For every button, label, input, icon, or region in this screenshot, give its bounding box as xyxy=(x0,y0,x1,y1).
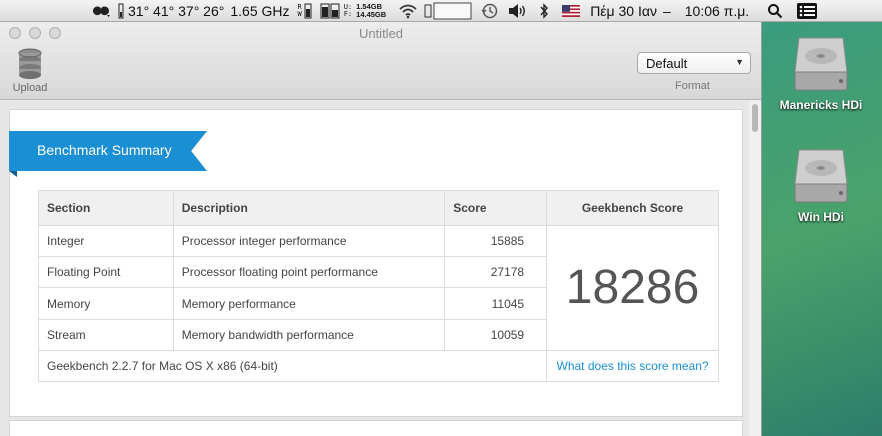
format-select[interactable]: Default ▼ xyxy=(637,52,751,74)
network-activity-icon[interactable] xyxy=(424,0,472,22)
window-title: Untitled xyxy=(358,26,404,41)
row-section: Floating Point xyxy=(38,256,174,289)
menubar-date-separator: – xyxy=(662,2,671,19)
cpu-frequency-readout[interactable]: 1.65 GHz xyxy=(230,0,289,22)
next-section-panel xyxy=(9,420,743,436)
notification-center-icon[interactable] xyxy=(797,0,818,22)
table-row: Integer Processor integer performance 15… xyxy=(38,225,719,351)
row-description: Processor floating point performance xyxy=(172,256,446,289)
format-select-value: Default xyxy=(646,56,688,71)
geekbench-score-value: 18286 xyxy=(546,225,719,351)
table-footer-row: Geekbench 2.2.7 for Mac OS X x86 (64-bit… xyxy=(37,349,719,383)
spotlight-search-icon[interactable] xyxy=(767,0,783,22)
row-score: 27178 xyxy=(444,256,548,289)
database-icon xyxy=(18,48,42,79)
scrollbar-thumb[interactable] xyxy=(752,104,758,132)
hard-drive-icon xyxy=(794,149,848,203)
row-score: 15885 xyxy=(444,225,548,258)
row-score: 10059 xyxy=(444,318,548,351)
memory-readout[interactable]: U: F: 1.54GB 14.45GB xyxy=(344,0,386,22)
bluetooth-icon[interactable] xyxy=(538,0,550,22)
system-monitor-icon[interactable] xyxy=(90,0,112,22)
mem-free-label: F: xyxy=(343,9,353,18)
column-header-score: Score xyxy=(444,189,548,227)
disk-write-label: W xyxy=(297,9,302,18)
table-header-row: Section Description Score Geekbench Scor… xyxy=(38,189,719,227)
volume-icon[interactable] xyxy=(507,0,527,22)
upload-label: Upload xyxy=(12,82,48,94)
time-machine-icon[interactable] xyxy=(481,0,499,22)
menubar-date[interactable]: Πέμ 30 Ιαν xyxy=(590,0,657,22)
column-header-geekbench-score: Geekbench Score xyxy=(546,189,719,227)
hard-drive-icon xyxy=(794,37,848,91)
vertical-scrollbar[interactable] xyxy=(749,101,761,436)
benchmark-summary-panel: Benchmark Summary Section Description Sc… xyxy=(9,109,743,417)
menubar-clock[interactable]: 10:06 π.μ. xyxy=(685,0,749,22)
desktop-drive-manericks[interactable]: Manericks HDi xyxy=(766,32,876,112)
format-label: Format xyxy=(675,80,710,92)
banner-fold xyxy=(9,171,17,177)
row-section: Integer xyxy=(38,225,174,258)
report-content: Benchmark Summary Section Description Sc… xyxy=(0,101,761,436)
score-meaning-link[interactable]: What does this score mean? xyxy=(546,349,719,383)
mem-free-value: 14.45GB xyxy=(356,9,387,19)
column-header-description: Description xyxy=(172,189,446,227)
geekbench-window: Untitled Upload Default ▼ Format Benchma… xyxy=(0,22,762,436)
temperature-readout[interactable]: 31° 41° 37° 26° xyxy=(128,0,224,22)
input-source-flag-icon[interactable] xyxy=(562,0,581,22)
row-score: 11045 xyxy=(444,287,548,320)
drive-label: Win HDi xyxy=(798,210,844,224)
row-description: Memory bandwidth performance xyxy=(172,318,446,351)
memory-bar-icon[interactable] xyxy=(320,0,340,22)
temperature-icon xyxy=(118,0,124,22)
upload-button[interactable]: Upload xyxy=(10,48,50,94)
window-toolbar: Untitled Upload Default ▼ Format xyxy=(0,22,761,100)
disk-activity-icon[interactable]: R W xyxy=(298,0,312,22)
benchmark-summary-banner: Benchmark Summary xyxy=(9,131,207,171)
row-section: Stream xyxy=(38,318,174,351)
row-description: Memory performance xyxy=(172,287,446,320)
wifi-icon[interactable] xyxy=(398,0,418,22)
menu-bar: 31° 41° 37° 26° 1.65 GHz R W U: F: 1.54G… xyxy=(0,0,882,22)
desktop-drive-win[interactable]: Win HDi xyxy=(766,144,876,224)
geekbench-version-text: Geekbench 2.2.7 for Mac OS X x86 (64-bit… xyxy=(37,349,548,383)
drive-label: Manericks HDi xyxy=(779,98,863,112)
chevron-down-icon: ▼ xyxy=(735,57,744,67)
row-section: Memory xyxy=(38,287,174,320)
row-description: Processor integer performance xyxy=(172,225,446,258)
column-header-section: Section xyxy=(38,189,174,227)
benchmark-table: Section Description Score Geekbench Scor… xyxy=(37,189,719,383)
